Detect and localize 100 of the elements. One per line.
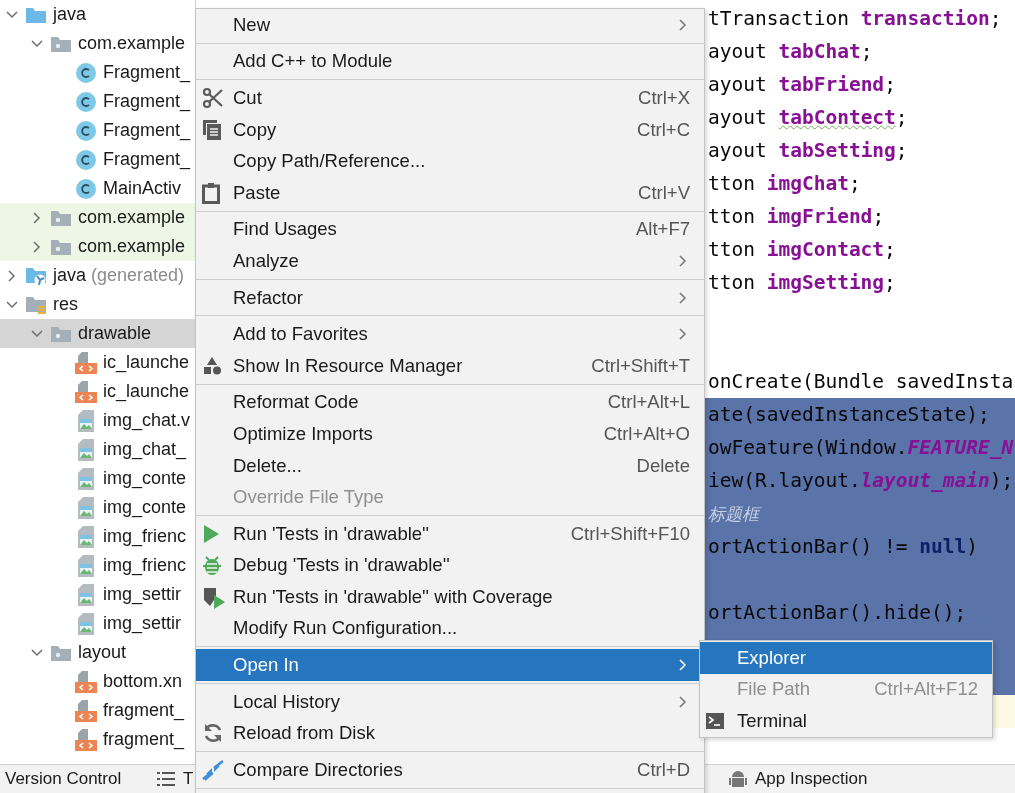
tree-item-label: img_frienc xyxy=(103,526,187,547)
image-file-icon xyxy=(76,466,96,491)
menu-item[interactable]: Run 'Tests in 'drawable'' with Coverage xyxy=(196,581,704,613)
tree-row[interactable]: layout xyxy=(0,638,195,667)
tree-item-label: img_conte xyxy=(103,468,187,489)
xml-file-icon xyxy=(74,379,98,404)
tree-item-label: img_settir xyxy=(103,584,182,605)
menu-item[interactable]: Add to Favorites xyxy=(196,318,704,350)
menu-item[interactable]: Explorer xyxy=(700,642,992,674)
class-icon xyxy=(75,90,97,113)
tree-item-label: img_settir xyxy=(103,613,182,634)
code-line: tton imgChat; xyxy=(707,171,862,197)
image-file-icon xyxy=(76,582,96,607)
tool-window-button[interactable]: App Inspection xyxy=(729,769,868,789)
menu-item[interactable]: Refactor xyxy=(196,281,704,314)
tree-row[interactable]: img_conte xyxy=(0,493,195,522)
tree-row[interactable]: drawable xyxy=(0,319,195,348)
class-icon xyxy=(75,177,97,200)
tree-row[interactable]: Fragment_ xyxy=(0,116,195,145)
tree-item-label: Fragment_ xyxy=(103,120,191,141)
tree-item-label: java xyxy=(53,265,87,286)
menu-item[interactable]: Copy Path/Reference... xyxy=(196,145,704,177)
image-file-icon xyxy=(76,408,96,433)
menu-item[interactable]: Reformat Code Ctrl+Alt+L xyxy=(196,386,704,419)
folder-icon xyxy=(50,643,72,662)
tree-row[interactable]: img_conte xyxy=(0,464,195,493)
list-icon xyxy=(157,772,175,786)
image-file-icon xyxy=(76,524,96,549)
tree-row[interactable]: com.example xyxy=(0,232,195,261)
reload-icon xyxy=(202,722,224,745)
menu-item[interactable]: Compare Directories Ctrl+D xyxy=(196,754,704,786)
run-icon xyxy=(202,523,220,544)
tree-item-label: layout xyxy=(78,642,127,663)
menu-item[interactable]: Add C++ to Module xyxy=(196,45,704,78)
tree-row[interactable]: java xyxy=(0,0,195,29)
tree-row[interactable]: img_chat_ xyxy=(0,435,195,464)
tree-item-label: drawable xyxy=(78,323,152,344)
tree-item-label: img_chat_ xyxy=(103,439,187,460)
copy-icon xyxy=(202,118,222,141)
tree-item-label: fragment_ xyxy=(103,700,185,721)
tree-row[interactable]: Fragment_ xyxy=(0,145,195,174)
xml-file-icon xyxy=(74,727,98,752)
tool-window-button[interactable]: T xyxy=(157,769,194,789)
tree-row[interactable]: img_settir xyxy=(0,580,195,609)
code-line: onCreate(Bundle savedInsta xyxy=(707,369,1015,395)
tree-item-label: ic_launche xyxy=(103,352,190,373)
tool-window-button[interactable]: Version Control xyxy=(5,769,122,789)
compare-icon xyxy=(202,758,224,781)
scissors-icon xyxy=(202,87,224,109)
folder-icon xyxy=(50,208,72,227)
code-line: tton imgFriend; xyxy=(707,204,886,230)
menu-item[interactable]: Debug 'Tests in 'drawable'' xyxy=(196,549,704,582)
tree-row[interactable]: ic_launche xyxy=(0,377,195,406)
resource-folder-icon xyxy=(25,294,47,315)
menu-item[interactable]: New xyxy=(196,9,704,41)
xml-file-icon xyxy=(74,669,98,694)
tree-row[interactable]: fragment_ xyxy=(0,696,195,725)
tree-row[interactable]: fragment_ xyxy=(0,725,195,754)
tree-row[interactable]: com.example xyxy=(0,29,195,58)
menu-item[interactable]: Run 'Tests in 'drawable'' Ctrl+Shift+F10 xyxy=(196,517,704,550)
clipboard-icon xyxy=(202,181,220,204)
class-icon xyxy=(75,148,97,171)
menu-item[interactable]: Show In Resource Manager Ctrl+Shift+T xyxy=(196,349,704,382)
tree-row[interactable]: MainActiv xyxy=(0,174,195,203)
menu-item[interactable]: Find Usages Alt+F7 xyxy=(196,213,704,246)
tree-item-label: Fragment_ xyxy=(103,91,191,112)
tree-item-label: com.example xyxy=(78,236,186,257)
tree-row[interactable]: java (generated) xyxy=(0,261,195,290)
menu-item[interactable]: Analyze xyxy=(196,245,704,277)
folder-icon xyxy=(50,237,72,256)
tree-row[interactable]: com.example xyxy=(0,203,195,232)
code-line: tton imgContact; xyxy=(707,237,897,263)
folder-icon xyxy=(50,34,72,53)
menu-item[interactable]: Optimize Imports Ctrl+Alt+O xyxy=(196,418,704,450)
image-file-icon xyxy=(76,611,96,636)
menu-item[interactable]: Delete... Delete xyxy=(196,449,704,482)
tree-item-label: ic_launche xyxy=(103,381,190,402)
tree-row[interactable]: img_settir xyxy=(0,609,195,638)
image-file-icon xyxy=(76,553,96,578)
class-icon xyxy=(75,119,97,142)
tree-row[interactable]: img_frienc xyxy=(0,551,195,580)
code-line: ayout tabContect; xyxy=(707,105,909,131)
tree-row[interactable]: bottom.xn xyxy=(0,667,195,696)
tree-item-label: com.example xyxy=(78,207,186,228)
tree-item-label: bottom.xn xyxy=(103,671,183,692)
menu-item[interactable]: Modify Run Configuration... xyxy=(196,612,704,645)
menu-item[interactable]: Paste Ctrl+V xyxy=(196,176,704,209)
tree-row[interactable]: res xyxy=(0,290,195,319)
tree-row[interactable]: img_chat.v xyxy=(0,406,195,435)
folder-icon xyxy=(25,5,47,24)
menu-item[interactable]: Cut Ctrl+X xyxy=(196,82,704,114)
tree-row[interactable]: img_frienc xyxy=(0,522,195,551)
tree-row[interactable]: ic_launche xyxy=(0,348,195,377)
terminal-icon xyxy=(706,713,724,729)
code-line: ayout tabFriend; xyxy=(707,72,897,98)
generated-folder-icon xyxy=(25,265,47,286)
menu-item[interactable]: Copy Ctrl+C xyxy=(196,113,704,146)
tree-row[interactable]: Fragment_ xyxy=(0,58,195,87)
tree-row[interactable]: Fragment_ xyxy=(0,87,195,116)
tree-item-label: MainActiv xyxy=(103,178,182,199)
